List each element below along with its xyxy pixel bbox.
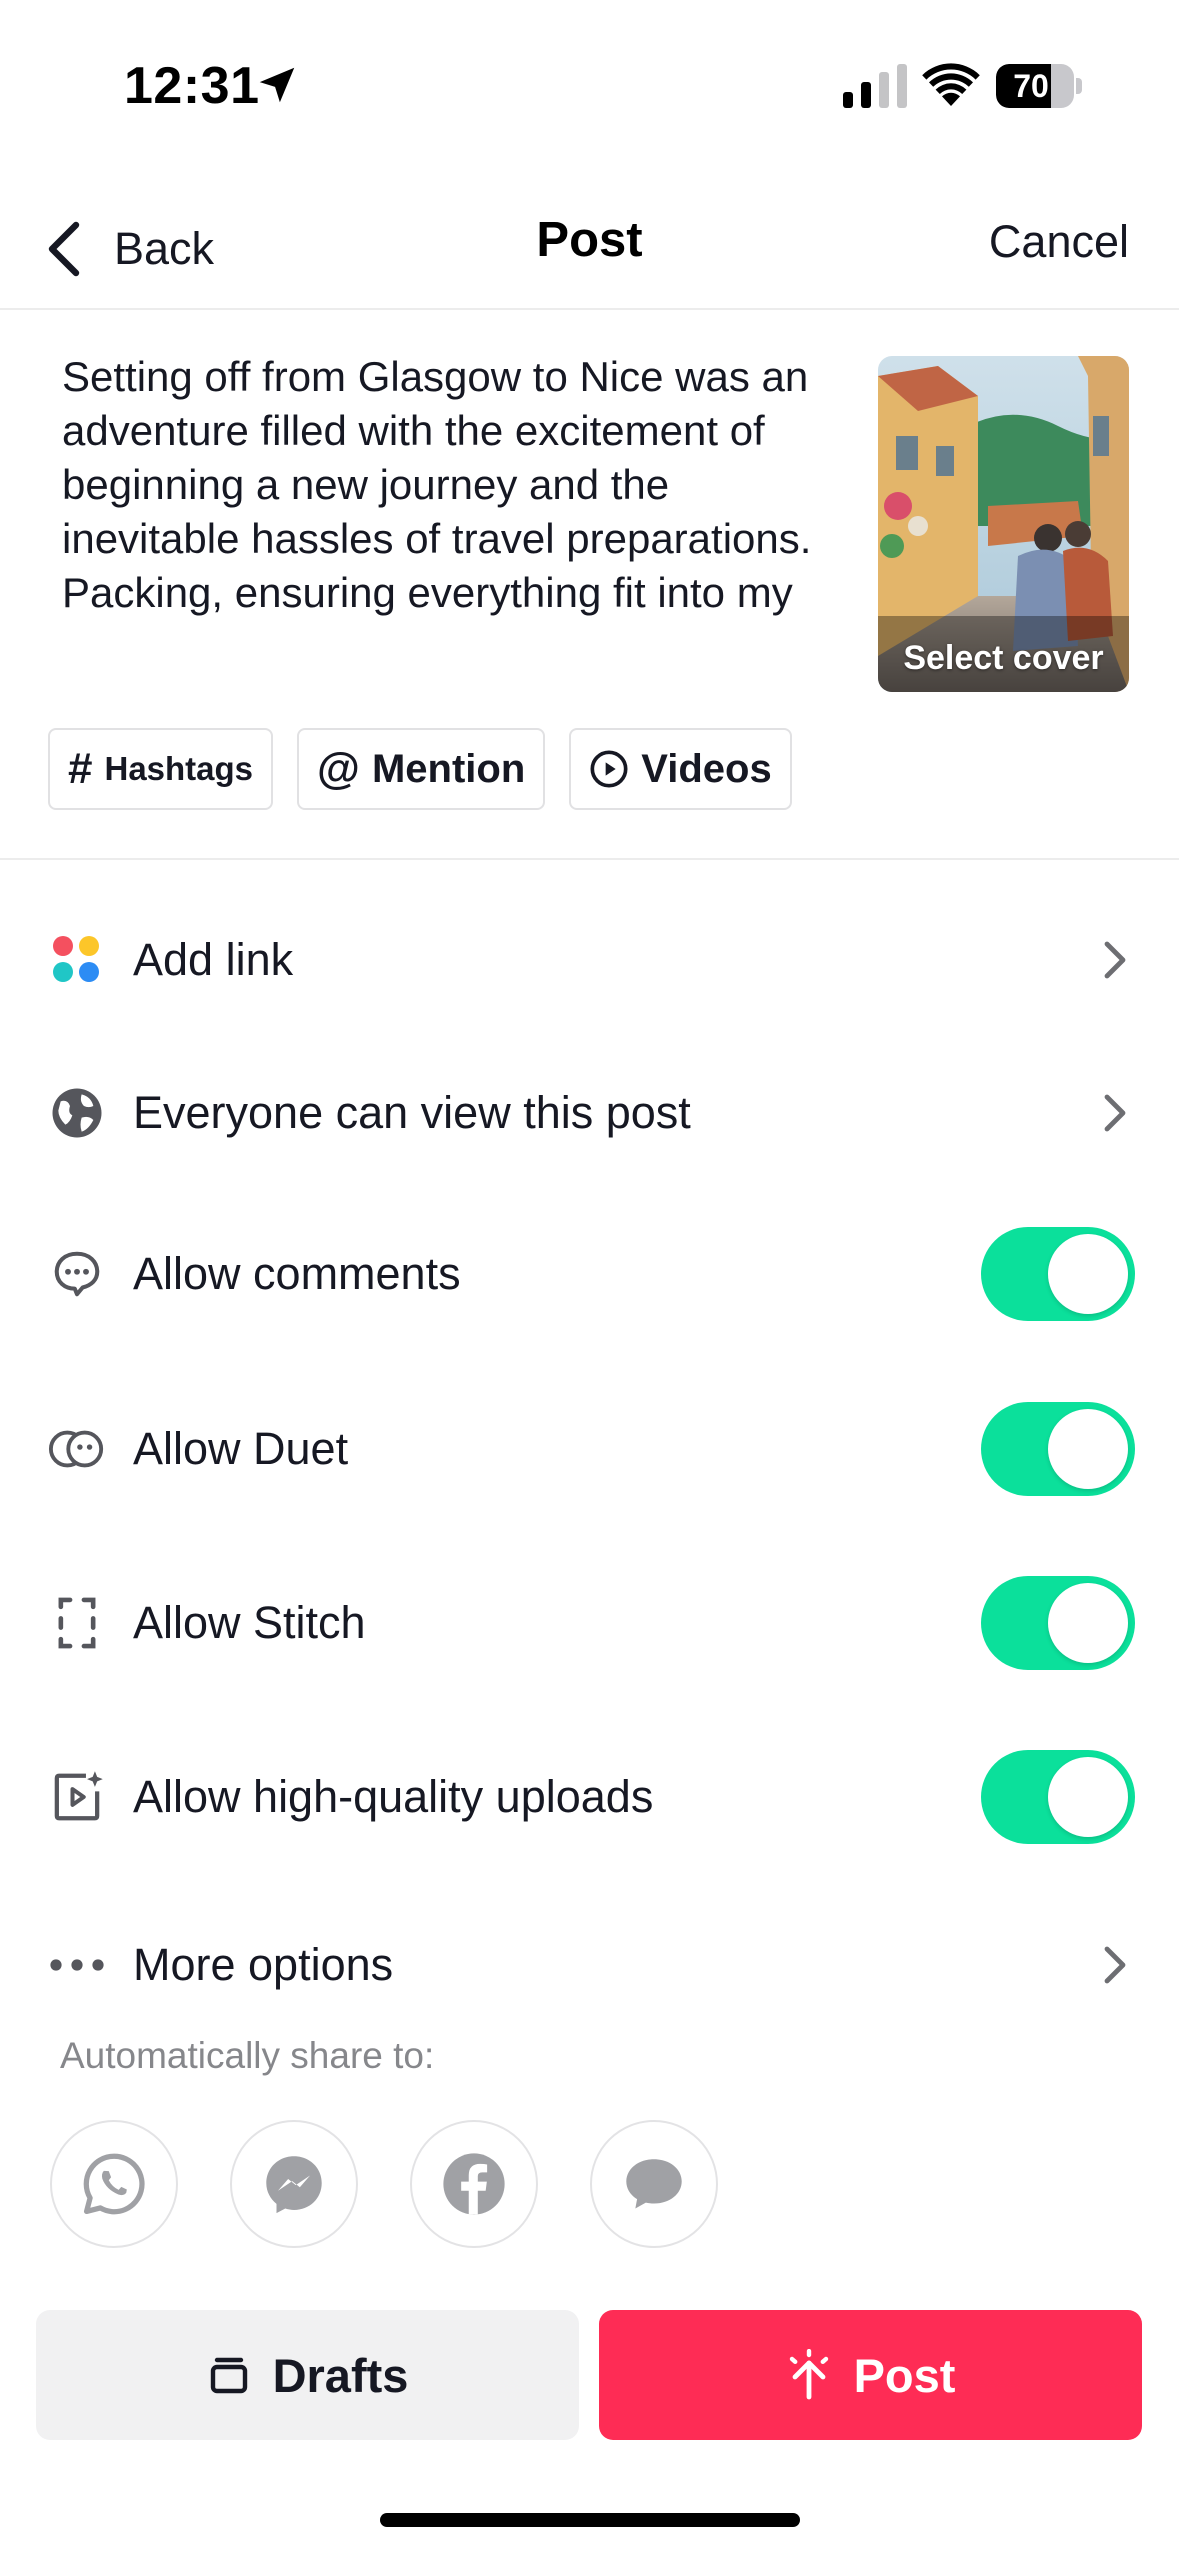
messenger-share-button[interactable] [230,2120,358,2248]
comment-bubble-icon [48,1245,106,1303]
allow-hq-label: Allow high-quality uploads [133,1771,654,1822]
battery-indicator: 70 [996,64,1082,108]
drafts-box-icon [210,2357,247,2394]
mention-chip[interactable]: @ Mention [297,728,546,810]
post-sparkle-icon [789,2349,828,2400]
globe-icon [48,1084,106,1142]
wifi-icon [922,63,980,106]
drafts-label: Drafts [272,2348,409,2402]
whatsapp-share-button[interactable] [50,2120,178,2248]
nav-bar: Back Post Cancel [0,190,1179,310]
visibility-row[interactable]: Everyone can view this post [0,1058,1179,1168]
allow-comments-label: Allow comments [133,1248,461,1299]
home-indicator [380,2513,800,2527]
share-targets [50,2120,718,2248]
chevron-left-icon [48,221,80,277]
toggle-knob [1048,1583,1128,1663]
post-label: Post [853,2348,956,2402]
at-icon: @ [317,744,360,793]
toggle-knob [1048,1409,1128,1489]
whatsapp-icon [83,2153,145,2215]
chip-label: Videos [641,746,772,791]
divider [0,858,1179,860]
allow-stitch-row: Allow Stitch [0,1568,1179,1678]
facebook-share-button[interactable] [410,2120,538,2248]
allow-stitch-label: Allow Stitch [133,1597,366,1648]
allow-hq-toggle[interactable] [981,1750,1135,1844]
play-circle-icon [590,750,628,788]
battery-percent: 70 [1013,68,1049,104]
toggle-knob [1048,1234,1128,1314]
more-dots-icon [48,1936,106,1994]
allow-comments-toggle[interactable] [981,1227,1135,1321]
allow-duet-toggle[interactable] [981,1402,1135,1496]
cancel-button[interactable]: Cancel [989,216,1129,268]
allow-comments-row: Allow comments [0,1219,1179,1329]
location-arrow-icon [259,67,295,103]
apps-dots-icon [48,931,106,989]
allow-duet-row: Allow Duet [0,1394,1179,1504]
add-link-row[interactable]: Add link [0,905,1179,1015]
select-cover-button[interactable]: Select cover [878,356,1129,692]
allow-duet-label: Allow Duet [133,1423,349,1474]
hq-video-icon [48,1768,106,1826]
chevron-right-icon [1104,941,1126,979]
back-label: Back [114,223,215,274]
allow-hq-row: Allow high-quality uploads [0,1742,1179,1852]
toggle-knob [1048,1757,1128,1837]
chevron-right-icon [1104,1094,1126,1132]
more-options-label: More options [133,1939,394,1990]
more-options-row[interactable]: More options [0,1910,1179,2020]
caption-chips: # Hashtags @ Mention Videos [48,728,792,810]
facebook-icon [443,2153,505,2215]
sms-share-button[interactable] [590,2120,718,2248]
stitch-icon [48,1594,106,1652]
visibility-label: Everyone can view this post [133,1087,691,1138]
status-bar: 12:31 70 [0,0,1179,160]
select-cover-label: Select cover [903,639,1104,677]
post-button[interactable]: Post [599,2310,1142,2440]
videos-chip[interactable]: Videos [569,728,792,810]
caption-input[interactable]: Setting off from Glasgow to Nice was an … [62,350,832,690]
sms-icon [626,2159,682,2209]
drafts-button[interactable]: Drafts [36,2310,579,2440]
chip-label: Mention [371,746,526,791]
duet-icon [48,1420,106,1478]
back-button[interactable]: Back [42,214,214,284]
chip-label: Hashtags [104,750,254,787]
hashtag-icon: # [68,744,93,793]
status-time: 12:31 [124,57,260,115]
messenger-icon [266,2156,322,2214]
auto-share-label: Automatically share to: [60,2035,435,2076]
add-link-label: Add link [133,934,294,985]
hashtags-chip[interactable]: # Hashtags [48,728,274,810]
cellular-signal-icon [843,64,907,108]
chevron-right-icon [1104,1946,1126,1984]
allow-stitch-toggle[interactable] [981,1576,1135,1670]
